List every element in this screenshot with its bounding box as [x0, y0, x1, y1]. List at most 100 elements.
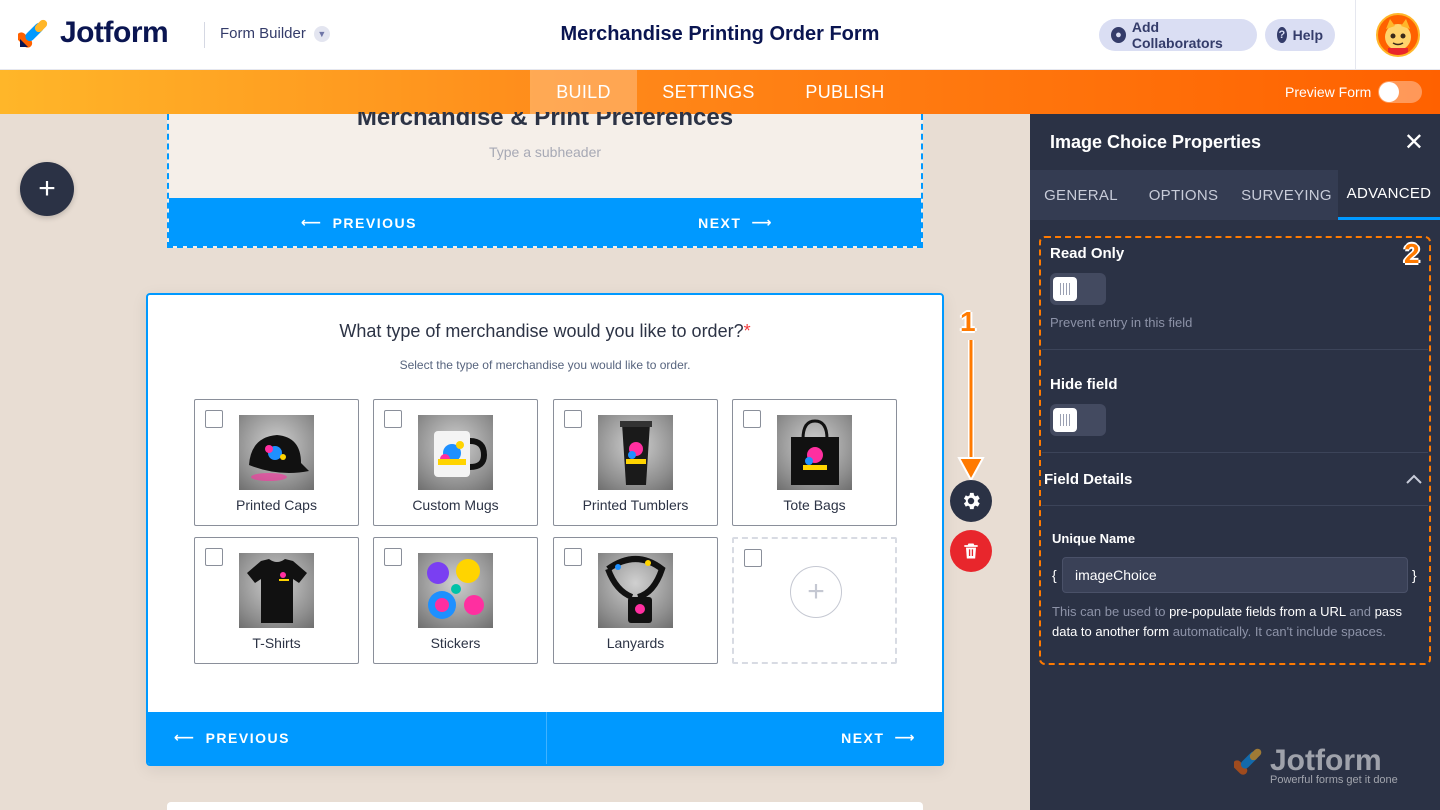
choice-label: T-Shirts — [252, 635, 301, 651]
add-collaborators-button[interactable]: ● Add Collaborators — [1099, 19, 1257, 51]
help-button[interactable]: ? Help — [1265, 19, 1335, 51]
preview-form-label: Preview Form — [1285, 84, 1372, 100]
tab-general[interactable]: GENERAL — [1030, 170, 1132, 220]
desc-text: and — [1345, 604, 1375, 619]
next-button[interactable]: NEXT ⟶ — [841, 729, 916, 746]
tab-surveying[interactable]: SURVEYING — [1235, 170, 1338, 220]
stickers-image — [418, 553, 493, 628]
tab-options[interactable]: OPTIONS — [1132, 170, 1235, 220]
choice-label: Custom Mugs — [412, 497, 499, 513]
choice-label: Stickers — [430, 635, 481, 651]
next-page-card[interactable] — [167, 802, 923, 810]
question-page-navigation: ⟵ PREVIOUS NEXT ⟶ — [148, 712, 942, 764]
preview-form-toggle[interactable] — [1378, 81, 1422, 103]
delete-field-button[interactable] — [950, 530, 992, 572]
choice-custom-mugs[interactable]: Custom Mugs — [373, 399, 538, 526]
choice-label: Tote Bags — [783, 497, 846, 513]
brace-close: } — [1412, 567, 1417, 583]
separator — [1042, 505, 1428, 506]
choice-printed-tumblers[interactable]: Printed Tumblers — [553, 399, 718, 526]
choice-tote-bags[interactable]: Tote Bags — [732, 399, 897, 526]
jotform-logo-icon — [18, 19, 48, 48]
choice-checkbox[interactable] — [384, 548, 402, 566]
jotform-watermark: Jotform Powerful forms get it done — [1234, 744, 1398, 786]
callout-number-2: 2 — [1404, 238, 1420, 269]
read-only-label: Read Only — [1050, 245, 1125, 262]
avatar-face-icon — [1385, 19, 1411, 55]
builder-navbar: BUILD SETTINGS PUBLISH Preview Form — [0, 70, 1440, 114]
desc-text: automatically. It can't include spaces. — [1169, 624, 1386, 639]
add-choice-slot[interactable]: + — [732, 537, 897, 664]
add-image-icon[interactable]: + — [790, 566, 842, 618]
header-divider — [204, 22, 205, 48]
lanyard-image — [598, 553, 673, 628]
question-subtitle[interactable]: Select the type of merchandise you would… — [148, 358, 942, 372]
next-button[interactable]: NEXT ⟶ — [698, 214, 773, 231]
t-shirt-image — [239, 553, 314, 628]
form-builder-label: Form Builder — [220, 25, 306, 42]
choice-t-shirts[interactable]: T-Shirts — [194, 537, 359, 664]
add-element-button[interactable]: + — [20, 162, 74, 216]
previous-page-card[interactable]: Merchandise & Print Preferences Type a s… — [167, 112, 923, 248]
choice-lanyards[interactable]: Lanyards — [553, 537, 718, 664]
choice-stickers[interactable]: Stickers — [373, 537, 538, 664]
next-label: NEXT — [841, 729, 885, 746]
question-title[interactable]: What type of merchandise would you like … — [148, 321, 942, 342]
logo-text: Jotform — [60, 16, 169, 49]
field-details-header[interactable]: Field Details — [1044, 471, 1132, 488]
image-choice-question-card[interactable]: What type of merchandise would you like … — [146, 293, 944, 766]
top-header: Jotform Form Builder ▼ Merchandise Print… — [0, 0, 1440, 70]
tumbler-image — [598, 415, 673, 490]
watermark-tagline: Powerful forms get it done — [1270, 774, 1398, 786]
user-icon: ● — [1111, 27, 1126, 43]
hide-field-toggle[interactable] — [1050, 404, 1106, 436]
desc-text: This can be used to — [1052, 604, 1170, 619]
tote-bag-image — [777, 415, 852, 490]
header-divider-right — [1355, 0, 1356, 70]
choice-checkbox[interactable] — [743, 410, 761, 428]
add-collaborators-label: Add Collaborators — [1131, 19, 1223, 51]
previous-label: PREVIOUS — [205, 729, 290, 746]
avatar[interactable] — [1376, 13, 1420, 57]
plus-icon: + — [38, 172, 56, 205]
tab-settings[interactable]: SETTINGS — [650, 70, 767, 114]
watermark-brand: Jotform — [1270, 744, 1382, 777]
panel-tabs: GENERAL OPTIONS SURVEYING ADVANCED — [1030, 170, 1440, 220]
panel-header: Image Choice Properties ✕ — [1030, 114, 1440, 170]
choice-checkbox[interactable] — [564, 410, 582, 428]
close-icon[interactable]: ✕ — [1404, 128, 1424, 157]
subheader-placeholder[interactable]: Type a subheader — [169, 144, 921, 160]
previous-button[interactable]: ⟵ PREVIOUS — [301, 214, 417, 231]
desc-link-prepopulate[interactable]: pre-populate fields from a URL — [1169, 604, 1346, 619]
mug-image — [418, 415, 493, 490]
choice-label: Printed Tumblers — [582, 497, 689, 513]
read-only-help: Prevent entry in this field — [1050, 315, 1193, 330]
choice-checkbox[interactable] — [384, 410, 402, 428]
read-only-toggle[interactable] — [1050, 273, 1106, 305]
choice-printed-caps[interactable]: Printed Caps — [194, 399, 359, 526]
separator — [1042, 452, 1428, 453]
choice-checkbox[interactable] — [564, 548, 582, 566]
unique-name-input[interactable] — [1062, 557, 1408, 593]
tab-publish[interactable]: PUBLISH — [795, 70, 895, 114]
choice-checkbox[interactable] — [205, 410, 223, 428]
choice-checkbox[interactable] — [744, 549, 762, 567]
cap-image — [239, 415, 314, 490]
choice-label: Printed Caps — [236, 497, 317, 513]
chevron-up-icon[interactable] — [1405, 473, 1423, 485]
choice-checkbox[interactable] — [205, 548, 223, 566]
arrow-right-icon: ⟶ — [894, 729, 916, 745]
jotform-logo[interactable]: Jotform — [18, 16, 169, 50]
field-properties-button[interactable] — [950, 480, 992, 522]
gear-icon — [963, 492, 980, 510]
question-title-text: What type of merchandise would you like … — [339, 321, 744, 341]
form-builder-dropdown[interactable]: Form Builder ▼ — [220, 25, 330, 42]
panel-title: Image Choice Properties — [1050, 132, 1262, 152]
previous-button[interactable]: ⟵ PREVIOUS — [174, 729, 290, 746]
tab-advanced[interactable]: ADVANCED — [1338, 170, 1440, 220]
tab-build[interactable]: BUILD — [530, 70, 637, 114]
toggle-knob — [1053, 277, 1077, 301]
arrow-left-icon: ⟵ — [301, 214, 323, 230]
help-label: Help — [1292, 27, 1323, 43]
chevron-down-icon: ▼ — [313, 25, 330, 42]
